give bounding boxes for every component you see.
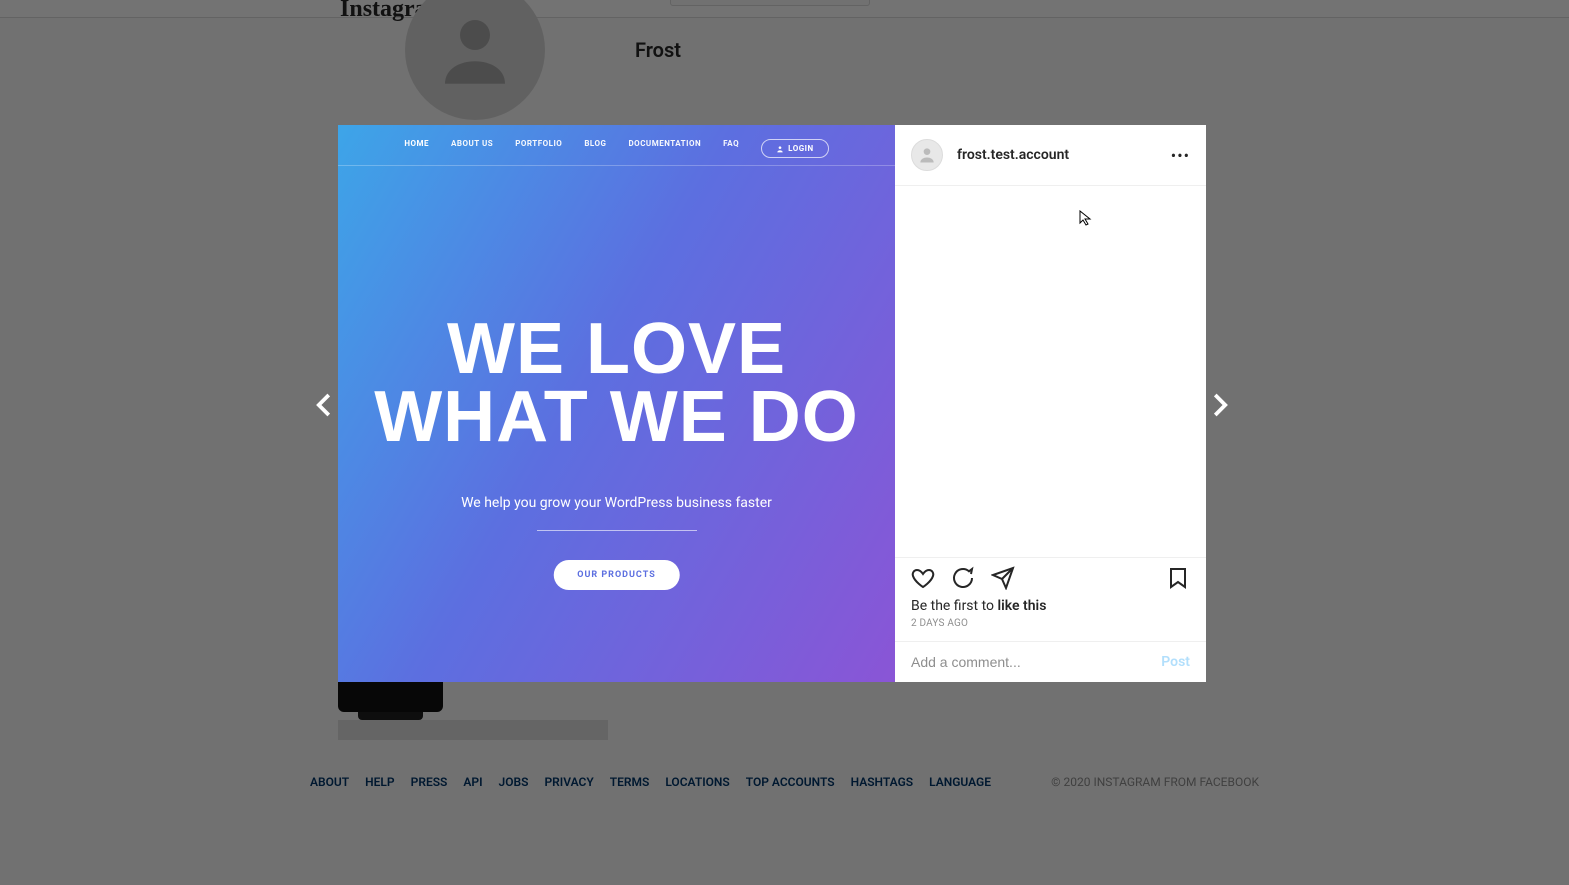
post-thumbnail[interactable] [338, 720, 608, 740]
user-icon [776, 145, 784, 153]
search-input[interactable] [670, 0, 870, 6]
footer-link[interactable]: TOP ACCOUNTS [746, 775, 835, 789]
comments-area [895, 186, 1206, 557]
footer-link[interactable]: ABOUT [310, 775, 349, 789]
likes-text[interactable]: Be the first to like this [911, 598, 1190, 614]
like-button[interactable] [911, 566, 935, 590]
post-actions: Be the first to like this 2 DAYS AGO [895, 557, 1206, 641]
footer-link[interactable]: HELP [365, 775, 394, 789]
messages-icon[interactable] [1075, 0, 1097, 15]
add-comment-row: Post [895, 641, 1206, 682]
footer-link[interactable]: LANGUAGE [929, 775, 991, 789]
next-post-button[interactable] [1204, 390, 1234, 420]
share-button[interactable] [991, 566, 1015, 590]
post-media[interactable]: HOME ABOUT US PORTFOLIO BLOG DOCUMENTATI… [338, 125, 895, 682]
activity-icon[interactable] [1163, 0, 1185, 15]
author-username[interactable]: frost.test.account [957, 147, 1171, 163]
post-timestamp: 2 DAYS AGO [911, 618, 1190, 629]
page-footer: ABOUT HELP PRESS API JOBS PRIVACY TERMS … [0, 775, 1569, 789]
footer-link[interactable]: PRESS [411, 775, 448, 789]
more-options-button[interactable]: ••• [1171, 146, 1190, 165]
footer-link[interactable]: LOCATIONS [665, 775, 729, 789]
share-icon [991, 566, 1015, 590]
post-sidebar: frost.test.account ••• [895, 125, 1206, 682]
post-thumbnail[interactable] [338, 682, 443, 712]
media-nav-home: HOME [404, 139, 429, 158]
media-subhead: We help you grow your WordPress business… [338, 495, 895, 511]
divider [338, 165, 895, 166]
heart-icon [911, 566, 935, 590]
media-nav: HOME ABOUT US PORTFOLIO BLOG DOCUMENTATI… [338, 139, 895, 158]
app-logo[interactable]: Instagram [340, 0, 447, 23]
media-nav-portfolio: PORTFOLIO [515, 139, 562, 158]
comment-button[interactable] [951, 566, 975, 590]
footer-link[interactable]: API [463, 775, 482, 789]
media-nav-faq: FAQ [723, 139, 739, 158]
profile-display-name: Frost [635, 38, 681, 62]
footer-link[interactable]: TERMS [610, 775, 650, 789]
explore-icon[interactable] [1119, 0, 1141, 15]
media-headline: WE LOVE WHAT WE DO [338, 315, 895, 452]
headline-line1: WE LOVE [338, 315, 895, 383]
footer-link[interactable]: PRIVACY [544, 775, 593, 789]
likes-action: like this [998, 598, 1047, 614]
post-header: frost.test.account ••• [895, 125, 1206, 186]
bookmark-icon [1166, 566, 1190, 590]
save-button[interactable] [1166, 566, 1190, 590]
post-modal: HOME ABOUT US PORTFOLIO BLOG DOCUMENTATI… [338, 125, 1206, 682]
cursor-icon [1079, 210, 1095, 226]
home-icon[interactable] [1031, 0, 1053, 15]
author-avatar[interactable] [911, 139, 943, 171]
comment-input[interactable] [911, 654, 1161, 670]
footer-link[interactable]: HASHTAGS [851, 775, 913, 789]
comment-icon [951, 566, 975, 590]
media-cta-button: OUR PRODUCTS [553, 560, 680, 590]
media-login-button: LOGIN [761, 139, 829, 158]
footer-copyright: © 2020 INSTAGRAM FROM FACEBOOK [1051, 775, 1259, 789]
media-login-label: LOGIN [788, 144, 814, 153]
profile-avatar[interactable] [405, 0, 545, 120]
divider [537, 530, 697, 531]
post-comment-button[interactable]: Post [1161, 654, 1190, 670]
footer-links: ABOUT HELP PRESS API JOBS PRIVACY TERMS … [310, 775, 991, 789]
media-nav-about: ABOUT US [451, 139, 493, 158]
profile-icon[interactable] [1207, 0, 1229, 15]
media-nav-blog: BLOG [584, 139, 606, 158]
previous-post-button[interactable] [310, 390, 340, 420]
likes-prefix: Be the first to [911, 598, 998, 614]
headline-line2: WHAT WE DO [338, 383, 895, 451]
top-nav-bar: Instagram [0, 0, 1569, 18]
footer-link[interactable]: JOBS [499, 775, 529, 789]
media-nav-docs: DOCUMENTATION [628, 139, 701, 158]
